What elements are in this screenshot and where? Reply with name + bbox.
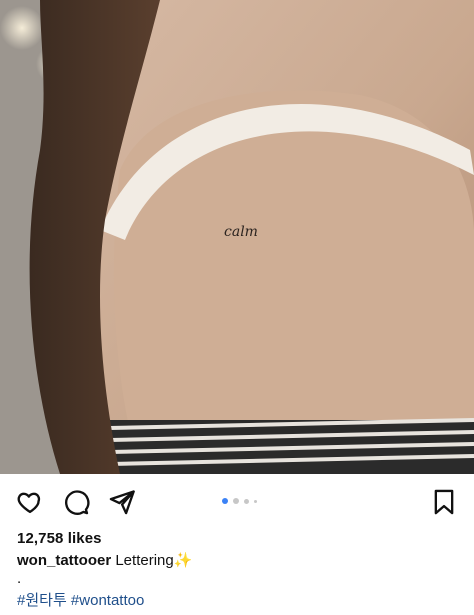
post-photo[interactable]: calm <box>0 0 474 474</box>
post-action-bar <box>0 474 474 526</box>
caption-text: Lettering✨ <box>111 552 193 569</box>
post-meta: 12,758 likes won_tattooer Lettering✨ . #… <box>17 528 457 612</box>
post-caption: won_tattooer Lettering✨ <box>17 550 457 572</box>
heart-icon[interactable] <box>16 488 44 516</box>
carousel-dot <box>233 498 239 504</box>
hashtag-list: #원타투 #wontattoo <box>17 590 457 612</box>
tattoo-text: calm <box>224 224 258 240</box>
caption-username[interactable]: won_tattooer <box>17 552 111 569</box>
hashtag-link[interactable]: #wontattoo <box>71 592 144 609</box>
carousel-dot <box>254 499 257 503</box>
paper-plane-icon[interactable] <box>108 488 136 516</box>
bookmark-icon[interactable] <box>430 488 458 516</box>
caption-line-break: . <box>17 570 22 587</box>
hashtag-link[interactable]: #원타투 <box>17 592 67 609</box>
likes-count[interactable]: 12,758 likes <box>17 528 457 550</box>
carousel-dot-active <box>222 498 228 504</box>
comment-icon[interactable] <box>62 488 90 516</box>
tattoo-photo-illustration: calm <box>0 0 474 474</box>
carousel-indicator <box>222 497 257 505</box>
carousel-dot <box>244 498 249 504</box>
